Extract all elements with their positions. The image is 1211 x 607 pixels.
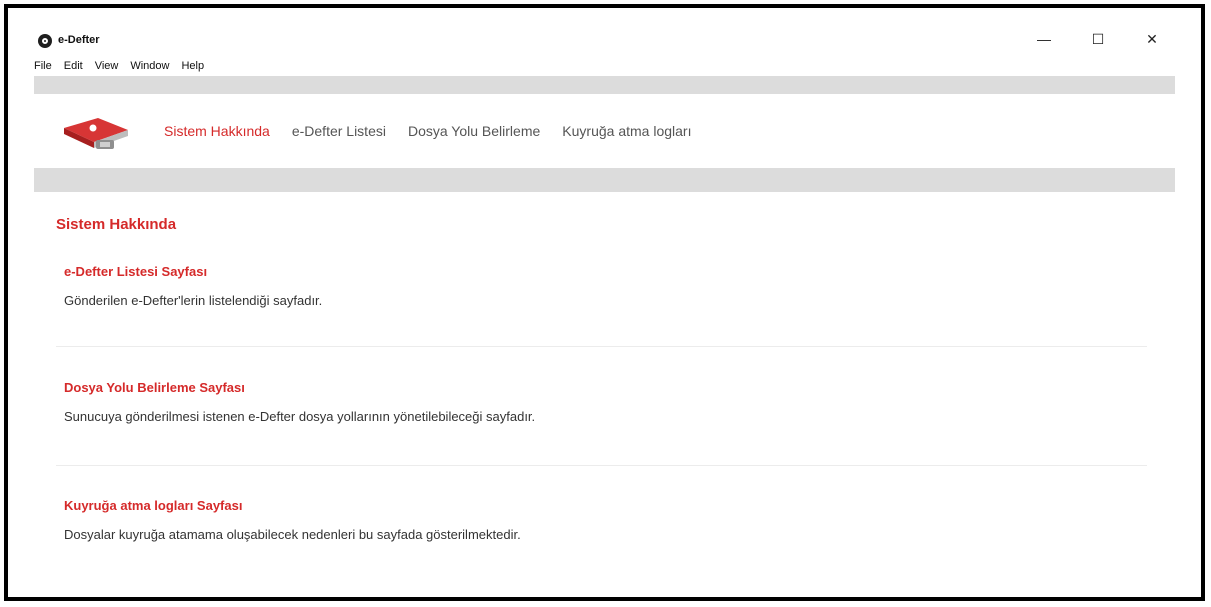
nav-kuyruga-atma-loglari[interactable]: Kuyruğa atma logları (562, 123, 691, 139)
menu-help[interactable]: Help (181, 60, 204, 76)
menu-window[interactable]: Window (130, 60, 169, 76)
sub-shade-bar (34, 168, 1175, 192)
menu-file[interactable]: File (34, 60, 52, 76)
menu-bar: File Edit View Window Help (34, 60, 204, 76)
section-dosya-yolu-belirleme: Dosya Yolu Belirleme Sayfası Sunucuya gö… (64, 380, 1147, 424)
section-description: Sunucuya gönderilmesi istenen e-Defter d… (64, 409, 536, 424)
book-logo-icon (64, 118, 128, 149)
divider (56, 346, 1147, 347)
section-kuyruga-atma-loglari: Kuyruğa atma logları Sayfası Dosyalar ku… (64, 498, 1147, 542)
window-title: e-Defter (58, 34, 100, 46)
section-heading: e-Defter Listesi Sayfası (64, 264, 208, 279)
content-area: Sistem Hakkında e-Defter Listesi Sayfası… (34, 194, 1175, 589)
section-heading: Kuyruğa atma logları Sayfası (64, 498, 243, 513)
window-controls: — ☐ ✕ (1017, 28, 1179, 50)
section-description: Gönderilen e-Defter'lerin listelendiği s… (64, 293, 323, 308)
nav-dosya-yolu-belirleme[interactable]: Dosya Yolu Belirleme (408, 123, 540, 139)
section-e-defter-listesi: e-Defter Listesi Sayfası Gönderilen e-De… (64, 264, 1147, 308)
maximize-button[interactable]: ☐ (1071, 28, 1125, 50)
top-shade-bar (34, 76, 1175, 94)
close-button[interactable]: ✕ (1125, 28, 1179, 50)
section-heading: Dosya Yolu Belirleme Sayfası (64, 380, 245, 395)
menu-view[interactable]: View (95, 60, 119, 76)
section-description: Dosyalar kuyruğa atamama oluşabilecek ne… (64, 527, 521, 542)
top-navigation: Sistem Hakkında e-Defter Listesi Dosya Y… (34, 94, 1175, 170)
divider (56, 465, 1147, 466)
nav-links: Sistem Hakkında e-Defter Listesi Dosya Y… (164, 94, 713, 168)
minimize-button[interactable]: — (1017, 28, 1071, 50)
nav-e-defter-listesi[interactable]: e-Defter Listesi (292, 123, 386, 139)
app-icon (38, 34, 52, 48)
menu-edit[interactable]: Edit (64, 60, 83, 76)
title-bar: e-Defter — ☐ ✕ (26, 28, 1179, 50)
nav-sistem-hakkinda[interactable]: Sistem Hakkında (164, 123, 270, 139)
page-title: Sistem Hakkında (56, 216, 177, 233)
app-window: e-Defter — ☐ ✕ File Edit View Window Hel… (4, 4, 1205, 601)
